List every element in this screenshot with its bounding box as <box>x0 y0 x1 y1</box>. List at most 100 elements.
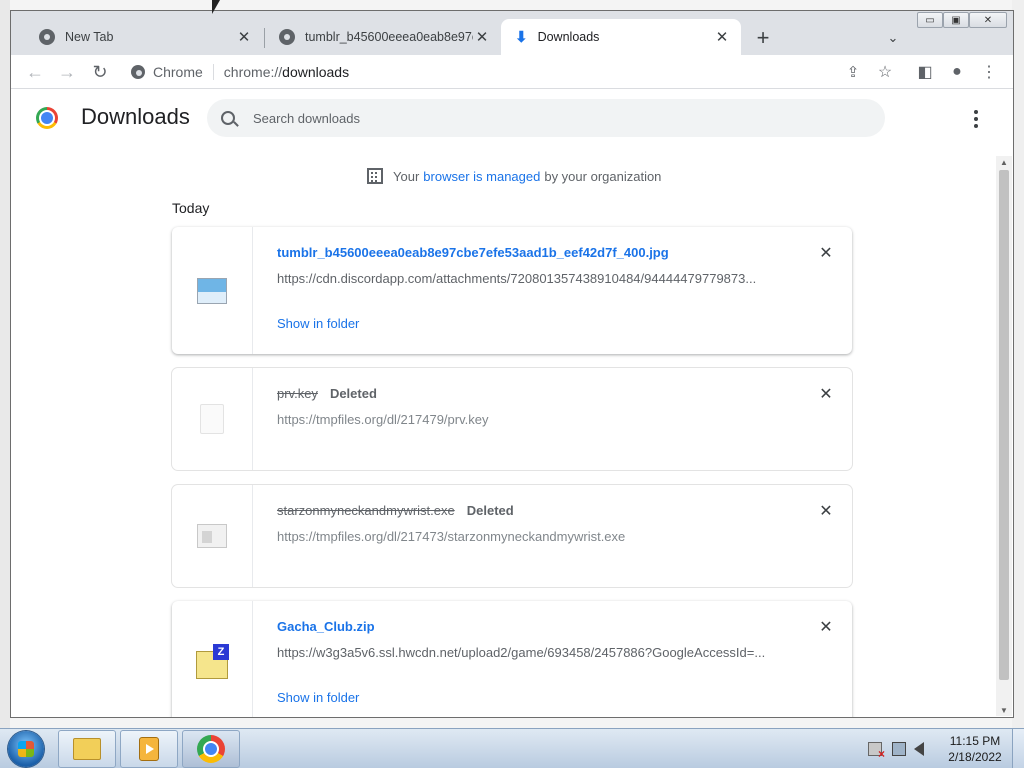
managed-suffix: by your organization <box>544 168 662 184</box>
download-source-url[interactable]: https://tmpfiles.org/dl/217473/starzonmy… <box>277 529 777 544</box>
clock-date: 2/18/2022 <box>948 750 1002 764</box>
action-center-flag-icon[interactable] <box>868 742 885 761</box>
download-source-url[interactable]: https://tmpfiles.org/dl/217479/prv.key <box>277 412 777 427</box>
forward-arrow-icon[interactable]: → <box>55 60 79 84</box>
page-title: Downloads <box>81 104 190 129</box>
show-in-folder-link[interactable]: Show in folder <box>277 316 359 331</box>
network-icon[interactable] <box>892 742 906 756</box>
tab-title: tumblr_b45600eeea0eab8e97cbe <box>305 30 473 44</box>
more-actions-menu-icon[interactable] <box>966 107 986 131</box>
download-file-name-wrapper: starzonmyneckandmywrist.exe Deleted <box>277 503 514 518</box>
browser-menu-icon[interactable]: ⋮ <box>977 60 1001 84</box>
address-bar[interactable]: Chrome chrome:// downloads <box>123 58 843 86</box>
managed-notice: Your browser is managed by your organiza… <box>367 168 661 184</box>
download-item: prv.key Deleted https://tmpfiles.org/dl/2… <box>172 368 852 470</box>
close-window-button[interactable]: ✕ <box>969 12 1007 28</box>
tab-title: Downloads <box>537 30 600 44</box>
show-in-folder-link[interactable]: Show in folder <box>277 690 359 705</box>
date-header: Today <box>172 200 210 216</box>
download-item: Gacha_Club.zip https://w3g3a5v6.ssl.hwcd… <box>172 601 852 717</box>
tab-tumblr-image[interactable]: tumblr_b45600eeea0eab8e97cbe ✕ <box>265 19 501 55</box>
download-item: starzonmyneckandmywrist.exe Deleted https… <box>172 485 852 587</box>
site-chip-label: Chrome <box>153 64 203 80</box>
side-panel-icon[interactable]: ◧ <box>913 60 937 84</box>
new-tab-button[interactable]: + <box>751 25 775 50</box>
clock-time: 11:15 PM <box>949 734 1001 748</box>
search-input[interactable] <box>253 110 833 126</box>
folder-icon <box>73 738 101 760</box>
managed-link[interactable]: browser is managed <box>423 169 540 184</box>
taskbar-clock[interactable]: 11:15 PM 2/18/2022 <box>940 733 1010 765</box>
download-file-name[interactable]: Gacha_Club.zip <box>277 619 375 634</box>
tab-new-tab[interactable]: New Tab ✕ <box>25 19 263 55</box>
downloads-page: Downloads Your browser is managed by you… <box>11 90 1013 717</box>
scroll-down-arrow-icon[interactable]: ▼ <box>996 704 1012 716</box>
zip-file-icon <box>196 643 229 679</box>
remove-close-icon[interactable]: ✕ <box>817 244 835 262</box>
chip-divider <box>212 64 214 80</box>
close-icon[interactable]: ✕ <box>473 28 491 46</box>
download-status: Deleted <box>329 386 377 401</box>
page-scrollbar[interactable]: ▲ ▼ <box>996 156 1012 716</box>
volume-icon[interactable] <box>914 742 924 756</box>
close-icon[interactable]: ✕ <box>235 28 253 46</box>
file-icon-column <box>172 227 253 354</box>
tab-downloads[interactable]: ⬇ Downloads ✕ <box>501 19 741 55</box>
building-icon <box>367 168 383 184</box>
taskbar-file-explorer[interactable] <box>58 730 116 768</box>
download-file-name: prv.key <box>277 386 318 401</box>
managed-prefix: Your <box>393 168 420 184</box>
file-icon-column <box>172 485 253 587</box>
url-host: downloads <box>282 64 350 80</box>
tab-strip: New Tab ✕ tumblr_b45600eeea0eab8e97cbe ✕… <box>11 11 1013 55</box>
download-icon: ⬇ <box>515 29 528 46</box>
scroll-up-arrow-icon[interactable]: ▲ <box>996 156 1012 168</box>
chrome-icon <box>197 735 225 763</box>
desktop-left-edge <box>0 0 10 728</box>
search-downloads-box[interactable] <box>207 99 885 137</box>
url-scheme: chrome:// <box>223 64 283 80</box>
download-status: Deleted <box>466 503 514 518</box>
close-icon[interactable]: ✕ <box>713 28 731 46</box>
download-file-name[interactable]: tumblr_b45600eeea0eab8e97cbe7efe53aad1b_… <box>277 245 669 260</box>
tab-search-chevron-icon[interactable]: ⌄ <box>883 28 903 48</box>
profile-avatar-icon[interactable]: ● <box>945 60 969 84</box>
globe-favicon-icon <box>279 29 295 45</box>
remove-close-icon[interactable]: ✕ <box>817 618 835 636</box>
blank-file-icon <box>200 404 224 434</box>
download-item: tumblr_b45600eeea0eab8e97cbe7efe53aad1b_… <box>172 227 852 354</box>
scrollbar-thumb[interactable] <box>999 170 1009 680</box>
exe-file-icon <box>197 524 227 548</box>
chrome-logo-icon <box>36 107 58 129</box>
chrome-favicon-icon <box>39 29 55 45</box>
browser-toolbar: ← → ↻ Chrome chrome:// downloads ⇪ ☆ ◧ ●… <box>11 55 1013 89</box>
download-source-url[interactable]: https://cdn.discordapp.com/attachments/7… <box>277 271 777 286</box>
file-icon-column <box>172 601 253 717</box>
site-chip[interactable]: Chrome <box>123 64 203 80</box>
file-icon-column <box>172 368 253 470</box>
media-player-icon <box>139 737 159 761</box>
taskbar-media-player[interactable] <box>120 730 178 768</box>
taskbar: 11:15 PM 2/18/2022 <box>0 728 1024 768</box>
share-icon[interactable]: ⇪ <box>841 60 865 84</box>
remove-close-icon[interactable]: ✕ <box>817 385 835 403</box>
chrome-window: New Tab ✕ tumblr_b45600eeea0eab8e97cbe ✕… <box>10 10 1014 718</box>
maximize-button[interactable]: ▣ <box>943 12 969 28</box>
search-icon <box>221 111 235 125</box>
download-file-name: starzonmyneckandmywrist.exe <box>277 503 455 518</box>
show-desktop-button[interactable] <box>1012 729 1024 768</box>
start-button[interactable] <box>8 731 44 767</box>
tab-title: New Tab <box>65 30 114 44</box>
taskbar-chrome[interactable] <box>182 730 240 768</box>
bookmark-star-icon[interactable]: ☆ <box>873 60 897 84</box>
download-file-name-wrapper: prv.key Deleted <box>277 386 377 401</box>
reload-icon[interactable]: ↻ <box>88 60 112 84</box>
back-arrow-icon[interactable]: ← <box>23 60 47 84</box>
downloads-header: Downloads <box>11 90 1013 148</box>
remove-close-icon[interactable]: ✕ <box>817 502 835 520</box>
download-source-url[interactable]: https://w3g3a5v6.ssl.hwcdn.net/upload2/g… <box>277 645 777 660</box>
mouse-cursor-icon <box>212 0 220 14</box>
chrome-favicon-icon <box>131 65 145 79</box>
minimize-button[interactable]: ▭ <box>917 12 943 28</box>
image-file-icon <box>197 277 227 304</box>
